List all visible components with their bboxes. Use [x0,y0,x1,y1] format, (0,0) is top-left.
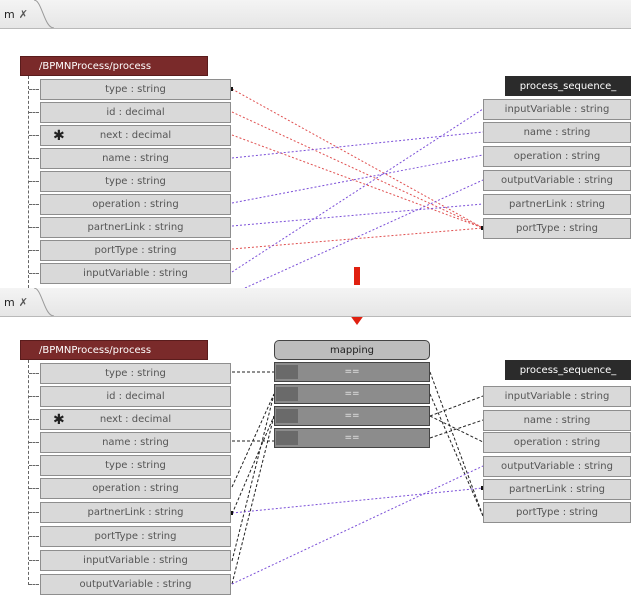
source-field-name[interactable]: name : string [40,432,231,453]
top-editor-tabstrip: m ✗ [0,0,631,29]
target-field-partnerlink[interactable]: partnerLink : string [483,479,631,500]
link-inputvariable-to-inputvariable [231,108,484,273]
target-field-name[interactable]: name : string [483,122,631,143]
target-field-porttype[interactable]: portType : string [483,218,631,239]
source-field-operation[interactable]: operation : string [40,478,231,499]
mapping-row[interactable]: == [274,362,430,382]
target-field-porttype[interactable]: portType : string [483,502,631,523]
source-field-porttype[interactable]: portType : string [40,526,231,547]
link-name-to-name [231,131,484,159]
source-field-type-2[interactable]: type : string [40,171,231,192]
close-icon[interactable]: ✗ [19,8,28,21]
target-field-name[interactable]: name : string [483,410,631,431]
source-field-id[interactable]: id : decimal [40,102,231,123]
key-marker-icon: ✱ [53,411,65,428]
source-field-type[interactable]: type : string [40,363,231,384]
tab-edge-icon [34,288,54,316]
source-field-type-2[interactable]: type : string [40,455,231,476]
bottom-mapping-canvas: /BPMNProcess/process type : string id : … [0,316,631,599]
target-field-operation[interactable]: operation : string [483,432,631,453]
target-field-inputvariable[interactable]: inputVariable : string [483,386,631,407]
mapping-row[interactable]: == [274,384,430,404]
source-schema-header[interactable]: /BPMNProcess/process [20,340,208,360]
target-field-partnerlink[interactable]: partnerLink : string [483,194,631,215]
link-operation-to-operation [231,154,484,204]
target-field-outputvariable[interactable]: outputVariable : string [483,170,631,191]
target-field-outputvariable[interactable]: outputVariable : string [483,456,631,477]
bottom-tab-label: m [4,295,15,309]
source-field-operation[interactable]: operation : string [40,194,231,215]
top-tab-label: m [4,7,15,21]
mapping-node-header[interactable]: mapping [274,340,430,360]
link-next-to-porttype [231,134,484,229]
source-field-name[interactable]: name : string [40,148,231,169]
source-field-type[interactable]: type : string [40,79,231,100]
link-outputvariable-to-outputvariable [244,179,484,288]
source-field-inputvariable[interactable]: inputVariable : string [40,263,231,284]
link-porttype-to-porttype [231,227,484,250]
source-tree-line [28,76,29,288]
link-partnerlink-to-partnerlink [231,203,484,227]
source-schema-header[interactable]: /BPMNProcess/process [20,56,208,76]
link-type-to-porttype [231,88,484,229]
target-field-operation[interactable]: operation : string [483,146,631,167]
target-schema-header[interactable]: process_sequence_ [505,360,631,380]
bottom-editor-tabstrip: m ✗ [0,288,631,317]
target-field-inputvariable[interactable]: inputVariable : string [483,99,631,120]
source-field-id[interactable]: id : decimal [40,386,231,407]
mapping-row[interactable]: == [274,406,430,426]
source-tree-line [28,360,29,585]
source-field-porttype[interactable]: portType : string [40,240,231,261]
key-marker-icon: ✱ [53,127,65,144]
source-field-partnerlink[interactable]: partnerLink : string [40,502,231,523]
top-mapping-canvas: /BPMNProcess/process type : string id : … [0,28,631,288]
source-field-inputvariable[interactable]: inputVariable : string [40,550,231,571]
source-field-partnerlink[interactable]: partnerLink : string [40,217,231,238]
transition-arrow-bar [354,267,360,285]
mapping-row[interactable]: == [274,428,430,448]
close-icon[interactable]: ✗ [19,296,28,309]
link-id-to-porttype [231,111,484,229]
source-field-next[interactable]: ✱ next : decimal [40,409,231,430]
target-schema-header[interactable]: process_sequence_ [505,76,631,96]
source-field-next[interactable]: ✱ next : decimal [40,125,231,146]
source-field-outputvariable[interactable]: outputVariable : string [40,574,231,595]
tab-edge-icon [34,0,54,28]
